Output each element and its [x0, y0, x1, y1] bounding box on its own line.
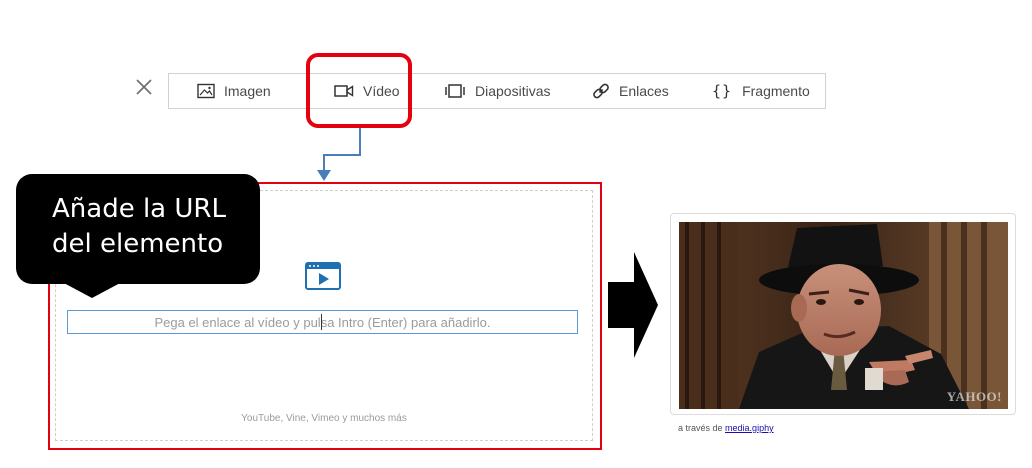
attribution-prefix: a través de: [678, 423, 723, 433]
embedded-gif-preview[interactable]: YAHOO!: [679, 222, 1008, 409]
tab-diapositivas[interactable]: Diapositivas: [444, 74, 550, 108]
callout-tail: [62, 282, 122, 298]
attribution-line: a través de media.giphy: [678, 423, 774, 433]
tab-enlaces-label: Enlaces: [619, 83, 669, 99]
link-icon: [593, 83, 609, 99]
image-icon: [197, 83, 215, 99]
video-url-input[interactable]: [67, 310, 578, 334]
tab-fragmento-label: Fragmento: [742, 83, 810, 99]
callout-bubble: Añade la URL del elemento: [16, 174, 260, 284]
tab-imagen[interactable]: Imagen: [197, 74, 271, 108]
video-tab-highlight: [306, 53, 412, 128]
close-icon[interactable]: [132, 76, 156, 100]
slides-icon: [445, 84, 465, 98]
attribution-link[interactable]: media.giphy: [725, 423, 774, 433]
supported-sources-note: YouTube, Vine, Vimeo y muchos más: [241, 413, 407, 424]
callout-line-1: Añade la URL: [52, 194, 226, 224]
result-arrow: [608, 252, 658, 358]
text-caret: [321, 314, 322, 330]
tab-fragmento[interactable]: {} Fragmento: [712, 74, 810, 108]
tab-diapositivas-label: Diapositivas: [475, 83, 551, 99]
video-file-icon: [305, 262, 341, 290]
tab-imagen-label: Imagen: [224, 83, 271, 99]
media-toolbar: Imagen Vídeo Diapositivas Enlaces {} Fra…: [168, 73, 826, 109]
connector-arrow: [317, 128, 361, 181]
code-braces-icon: {}: [712, 82, 733, 100]
yahoo-watermark: YAHOO!: [946, 389, 1002, 404]
callout-line-2: del elemento: [52, 229, 224, 259]
tab-enlaces[interactable]: Enlaces: [592, 74, 669, 108]
